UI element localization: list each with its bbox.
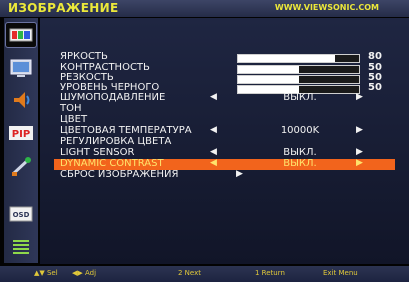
monitor-icon: [10, 59, 32, 77]
title-bar: ИЗОБРАЖЕНИЕ WWW.VIEWSONIC.COM: [0, 0, 409, 17]
setting-value: 80: [368, 51, 382, 62]
hint-exit-menu: Exit Menu: [323, 269, 358, 277]
setup-category-button[interactable]: [6, 155, 36, 179]
settings-panel: ЯРКОСТЬ 80 КОНТРАСТНОСТЬ 50 РЕЗКОСТЬ 50 УРОВЕН…: [40, 18, 409, 264]
setting-value: ВЫКЛ.: [283, 158, 317, 169]
audio-icon: [14, 92, 30, 108]
pip-category-button[interactable]: PIP: [6, 121, 36, 145]
osd-icon: OSD: [9, 206, 33, 222]
website-label: WWW.VIEWSONIC.COM: [274, 3, 379, 12]
arrow-left-icon[interactable]: ◀: [210, 125, 217, 135]
setting-row-5[interactable]: ТОН: [60, 103, 395, 115]
arrow-right-icon[interactable]: ▶: [356, 92, 363, 102]
hint-return: 1 Return: [255, 269, 285, 277]
menu-list-icon: [13, 240, 29, 254]
setting-value: 50: [368, 82, 382, 93]
arrow-right-icon[interactable]: ▶: [356, 158, 363, 168]
hint-bar: ▲▼ Sel ◀▶ Adj 2 Next 1 Return Exit Menu: [0, 266, 409, 282]
svg-text:OSD: OSD: [13, 211, 30, 219]
slider-fill: [238, 66, 299, 73]
setting-slider[interactable]: [237, 54, 360, 63]
setting-row-4[interactable]: ШУМОПОДАВЛЕНИЕ ◀ ВЫКЛ. ▶: [60, 92, 395, 104]
arrow-right-icon[interactable]: ▶: [236, 169, 243, 179]
hint-select: ▲▼ Sel: [34, 269, 58, 277]
arrow-right-icon[interactable]: ▶: [356, 147, 363, 157]
picture-category-button[interactable]: [5, 22, 37, 48]
setting-row-11[interactable]: СБРОС ИЗОБРАЖЕНИЯ ▶: [60, 169, 395, 181]
audio-category-button[interactable]: [6, 88, 36, 112]
arrow-left-icon[interactable]: ◀: [210, 92, 217, 102]
setup-tools-icon: [11, 157, 31, 176]
svg-text:PIP: PIP: [12, 129, 30, 140]
setting-value: ВЫКЛ.: [283, 92, 317, 103]
setting-value: 10000K: [280, 125, 320, 136]
arrow-right-icon[interactable]: ▶: [356, 125, 363, 135]
arrow-left-icon[interactable]: ◀: [210, 147, 217, 157]
picture-icon: [9, 28, 33, 42]
slider-fill: [238, 76, 299, 83]
osd-menu: ИЗОБРАЖЕНИЕ WWW.VIEWSONIC.COM PIP OSD ЯР…: [0, 0, 409, 282]
menu-list-category-button[interactable]: [6, 235, 36, 259]
setting-label: СБРОС ИЗОБРАЖЕНИЯ: [60, 169, 179, 180]
setting-value: ВЫКЛ.: [283, 147, 317, 158]
arrow-left-icon[interactable]: ◀: [210, 158, 217, 168]
hint-next: 2 Next: [178, 269, 201, 277]
menu-title: ИЗОБРАЖЕНИЕ: [8, 1, 119, 15]
category-sidebar: PIP OSD: [4, 18, 38, 263]
slider-fill: [238, 55, 335, 62]
pip-icon: PIP: [9, 126, 33, 140]
display-category-button[interactable]: [6, 56, 36, 80]
hint-adjust: ◀▶ Adj: [72, 269, 97, 277]
osd-category-button[interactable]: OSD: [6, 202, 36, 226]
